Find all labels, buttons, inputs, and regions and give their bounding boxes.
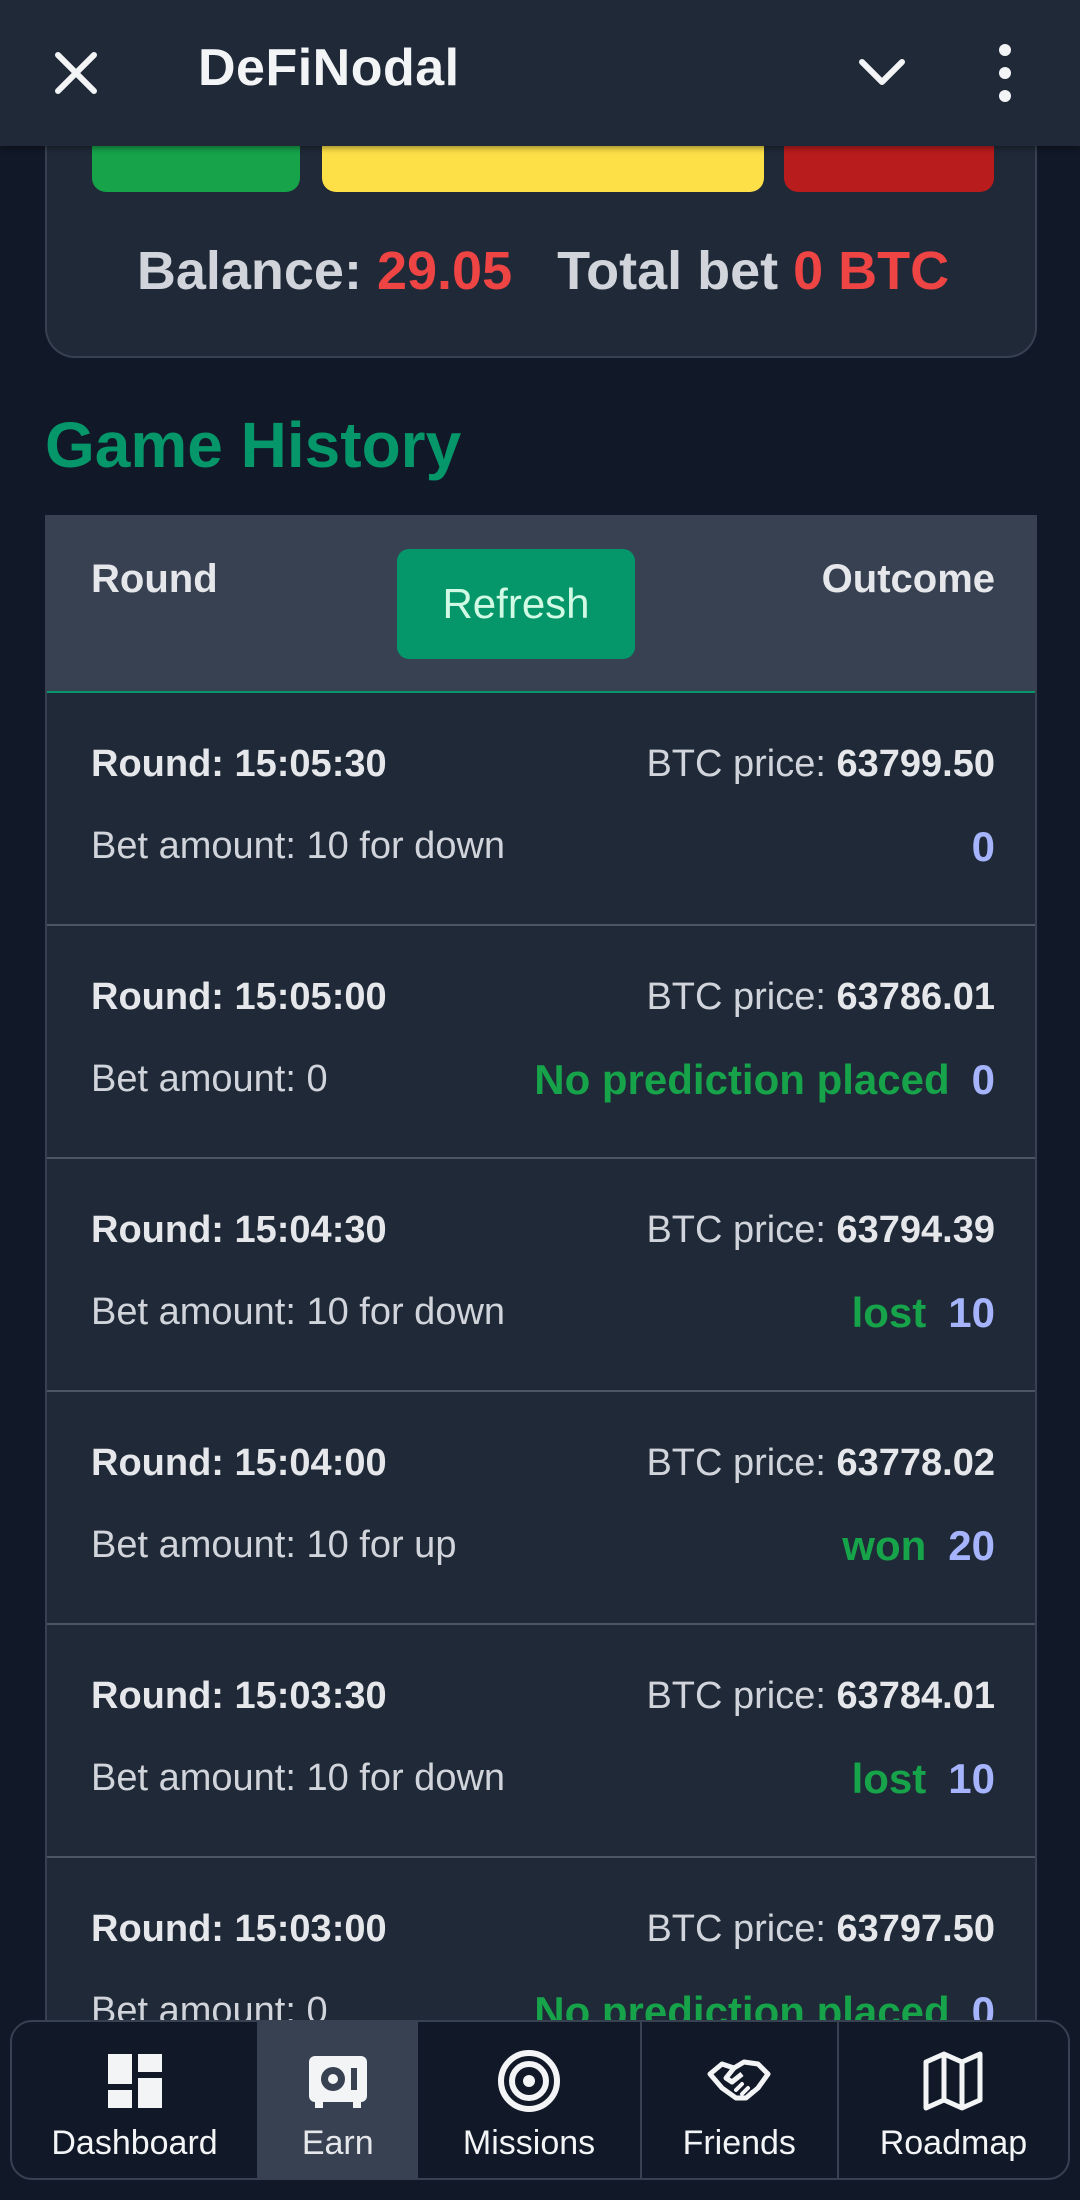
outcome: lost 10: [852, 1755, 995, 1803]
price-value: 63786.01: [836, 976, 996, 1018]
btc-price: BTC price: 63784.01: [646, 1675, 995, 1718]
price-label: BTC price:: [646, 743, 826, 785]
outcome-status: lost: [851, 1289, 927, 1336]
nav-label: Roadmap: [879, 2124, 1028, 2162]
top-app-bar: DeFiNodal: [0, 0, 1080, 146]
outcome-amount: 10: [948, 1755, 995, 1802]
outcome-status: No prediction placed: [534, 1056, 950, 1103]
bet-amount: Bet amount: 10 for up: [91, 1524, 457, 1566]
price-value: 63797.50: [836, 1908, 996, 1950]
game-history-title: Game History: [45, 409, 462, 481]
outcome: 0: [972, 823, 995, 871]
btc-price: BTC price: 63778.02: [646, 1442, 995, 1485]
nav-label: Missions: [462, 2124, 596, 2162]
nav-item-missions[interactable]: Missions: [418, 2022, 642, 2178]
nav-item-dashboard[interactable]: Dashboard: [12, 2022, 260, 2178]
price-label: BTC price:: [646, 976, 826, 1018]
handshake-icon: [707, 2059, 771, 2101]
table-row: Round: 15:05:00 BTC price: 63786.01 Bet …: [47, 926, 1035, 1159]
bet-amount: Bet amount: 10 for down: [91, 825, 506, 867]
more-vertical-icon[interactable]: [990, 40, 1020, 106]
round-time: Round: 15:05:00: [91, 976, 387, 1018]
price-value: 63799.50: [836, 743, 996, 785]
chevron-down-icon[interactable]: [854, 48, 910, 98]
table-row: Round: 15:03:00 BTC price: 63797.50 Bet …: [47, 1858, 1035, 2035]
outcome: won 20: [842, 1522, 995, 1570]
bet-amount: Bet amount: 10 for down: [91, 1757, 506, 1799]
outcome-amount: 20: [948, 1522, 995, 1569]
btc-price: BTC price: 63799.50: [646, 743, 995, 786]
bet-amount: Bet amount: 10 for down: [91, 1291, 506, 1333]
bottom-navigation: Dashboard Earn Missions Friends Roadmap: [10, 2020, 1070, 2180]
total-bet-value: 0 BTC: [793, 241, 950, 301]
outcome-status: lost: [851, 1755, 927, 1802]
outcome-amount: 0: [971, 823, 995, 870]
btc-price: BTC price: 63786.01: [646, 976, 995, 1019]
btc-price: BTC price: 63794.39: [646, 1209, 995, 1252]
table-row: Round: 15:04:30 BTC price: 63794.39 Bet …: [47, 1159, 1035, 1392]
close-icon[interactable]: [46, 43, 106, 103]
app-title: DeFiNodal: [198, 39, 460, 97]
round-time: Round: 15:04:00: [91, 1442, 387, 1484]
price-value: 63778.02: [836, 1442, 996, 1484]
round-time: Round: 15:05:30: [91, 743, 387, 785]
price-label: BTC price:: [646, 1908, 826, 1950]
nav-item-roadmap[interactable]: Roadmap: [839, 2022, 1068, 2178]
history-rows: Round: 15:05:30 BTC price: 63799.50 Bet …: [47, 693, 1035, 2035]
table-header: Round Refresh Outcome: [47, 515, 1035, 693]
table-row: Round: 15:05:30 BTC price: 63799.50 Bet …: [47, 693, 1035, 926]
outcome-amount: 10: [948, 1289, 995, 1336]
nav-label: Earn: [301, 2124, 374, 2162]
outcome-amount: 0: [971, 1056, 995, 1103]
nav-item-earn[interactable]: Earn: [259, 2022, 419, 2178]
map-icon: [923, 2051, 983, 2111]
column-header-outcome: Outcome: [821, 557, 995, 601]
bet-amount: Bet amount: 0: [91, 1058, 328, 1100]
price-value: 63794.39: [836, 1209, 996, 1251]
column-header-round: Round: [91, 557, 218, 601]
balance-label: Balance:: [136, 241, 362, 301]
total-bet-label: Total bet: [557, 241, 779, 301]
target-icon: [498, 2050, 561, 2112]
btc-price: BTC price: 63797.50: [646, 1908, 995, 1951]
outcome: lost 10: [852, 1289, 995, 1337]
table-row: Round: 15:03:30 BTC price: 63784.01 Bet …: [47, 1625, 1035, 1858]
balance-value: 29.05: [376, 241, 513, 301]
nav-label: Friends: [682, 2124, 796, 2162]
round-time: Round: 15:04:30: [91, 1209, 387, 1251]
balance-summary: Balance: 29.05 Total bet 0 BTC: [47, 240, 1039, 302]
price-label: BTC price:: [646, 1209, 826, 1251]
outcome-status: won: [842, 1522, 927, 1569]
table-row: Round: 15:04:00 BTC price: 63778.02 Bet …: [47, 1392, 1035, 1625]
game-history-table: Round Refresh Outcome Round: 15:05:30 BT…: [45, 515, 1037, 2035]
refresh-button[interactable]: Refresh: [397, 549, 635, 659]
outcome: No prediction placed 0: [534, 1056, 995, 1104]
price-label: BTC price:: [646, 1442, 826, 1484]
nav-item-friends[interactable]: Friends: [642, 2022, 839, 2178]
safe-icon: [308, 2056, 367, 2108]
round-time: Round: 15:03:00: [91, 1908, 387, 1950]
price-value: 63784.01: [836, 1675, 996, 1717]
nav-label: Dashboard: [51, 2124, 218, 2162]
price-label: BTC price:: [646, 1675, 826, 1717]
round-time: Round: 15:03:30: [91, 1675, 387, 1717]
dashboard-icon: [107, 2054, 162, 2108]
